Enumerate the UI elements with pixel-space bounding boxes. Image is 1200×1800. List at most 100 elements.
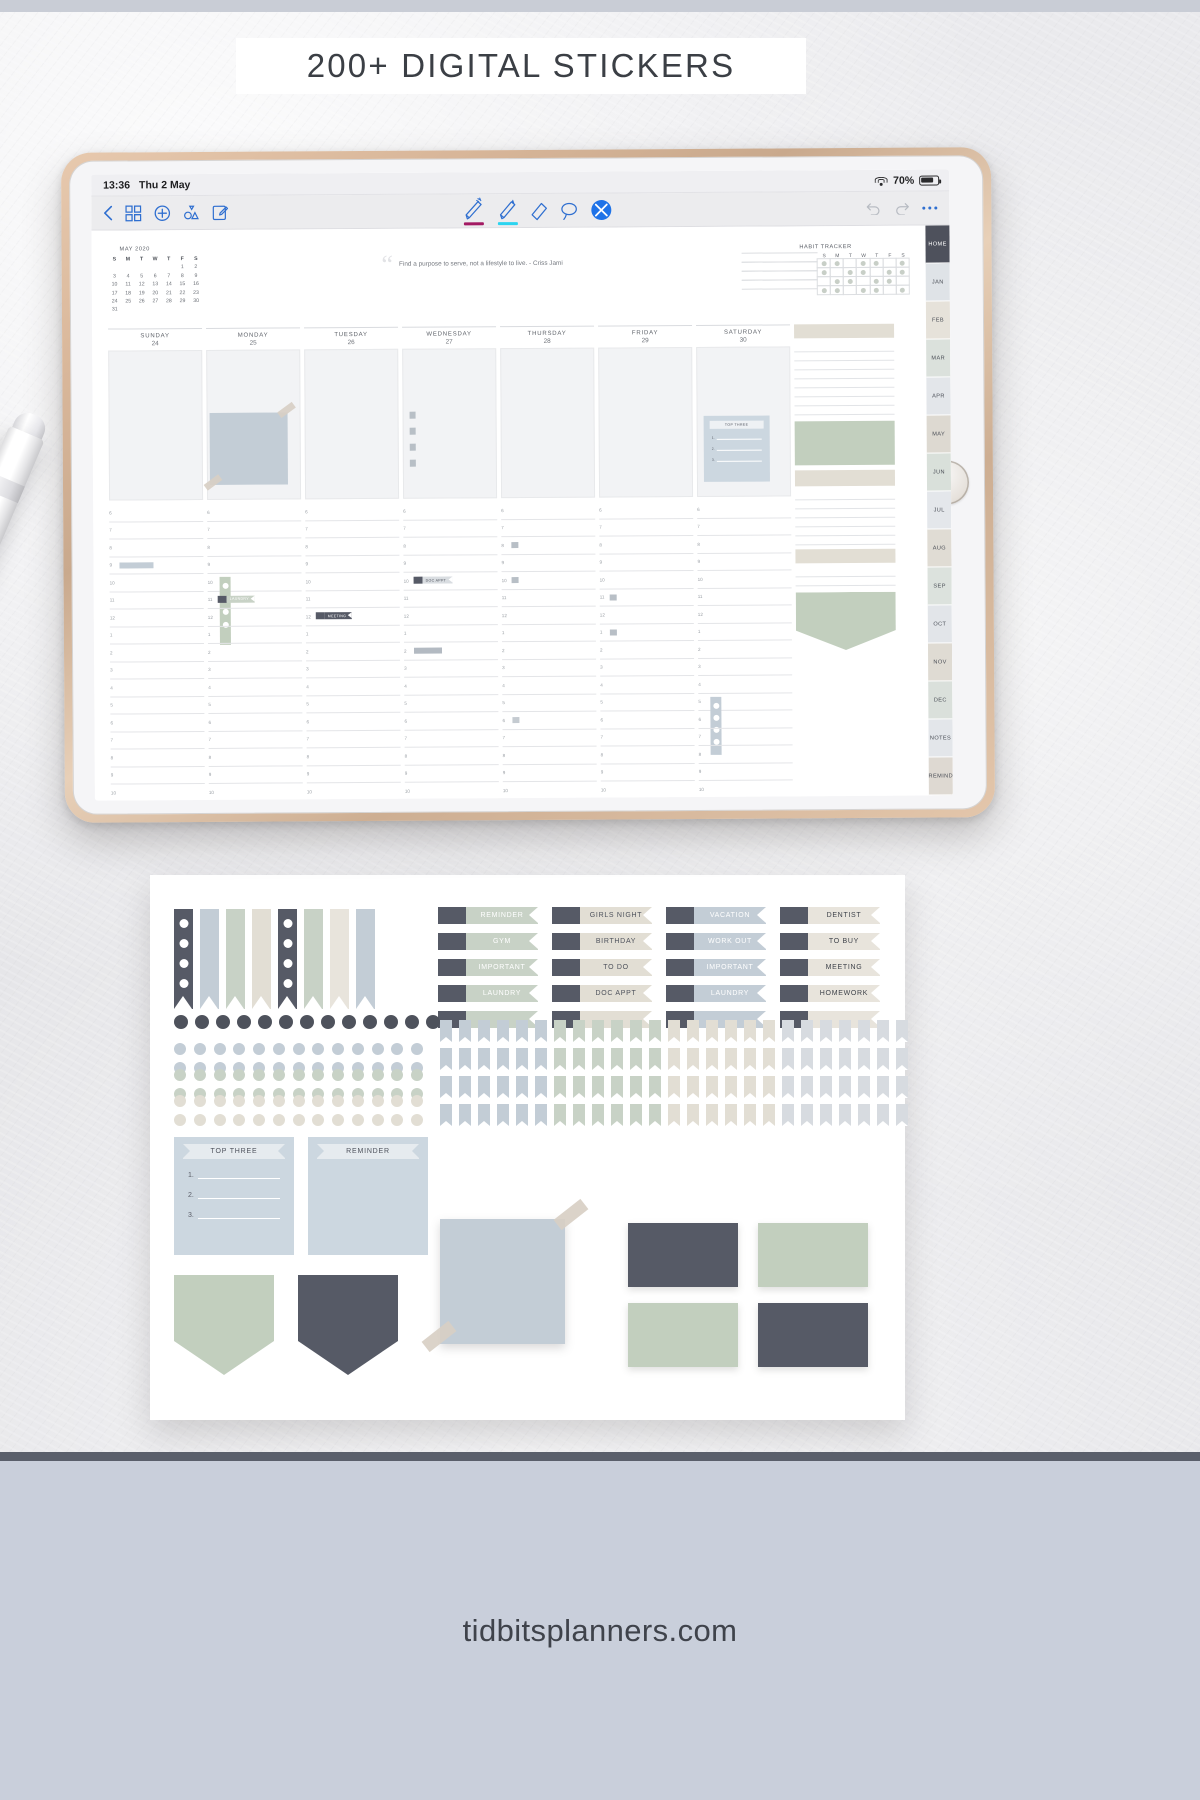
flag-sticker[interactable] [668,1104,680,1126]
hour-row[interactable]: 8 [404,747,499,766]
flag-sticker[interactable] [706,1104,718,1126]
flag-sticker[interactable] [409,443,416,451]
hour-row[interactable]: 10 DOC APPT [403,572,498,591]
hour-row[interactable]: 2 [109,643,205,663]
month-tab-dec[interactable]: DEC [928,681,953,720]
banner-sticker[interactable] [330,909,349,1009]
hour-row[interactable]: 8 [305,537,400,556]
day-note-block[interactable] [402,348,498,499]
hour-row[interactable]: 1 [109,626,204,645]
banner-sticker[interactable] [226,909,245,1009]
dot-sticker[interactable] [272,1095,285,1107]
hour-row[interactable]: 12 [599,605,694,625]
flag-sticker[interactable] [592,1076,604,1098]
hour-row[interactable]: 9 [110,766,205,785]
hour-row[interactable]: 12 MEETING [305,607,400,626]
flag-sticker[interactable] [630,1020,642,1042]
rect-sticker-sage-1[interactable] [758,1223,868,1287]
dot-sticker[interactable] [426,1015,440,1029]
hour-row[interactable]: 1 [501,624,596,643]
top-three-sticker[interactable]: TOP THREE 1. 2. 3. [703,415,770,482]
dot-sticker[interactable] [213,1114,226,1126]
hour-row[interactable]: 9 [698,762,793,781]
dot-sticker[interactable] [363,1015,377,1029]
dot-sticker-row-cream[interactable] [174,1095,424,1126]
dot-sticker[interactable] [332,1114,345,1126]
hour-row[interactable]: 10 [109,573,204,593]
flag-sticker[interactable] [896,1104,908,1126]
flag-sticker[interactable] [611,1048,623,1070]
dot-sticker[interactable] [351,1043,364,1055]
dot-sticker[interactable] [292,1069,305,1081]
dot-sticker-row-charcoal[interactable] [174,1015,440,1029]
flag-sticker[interactable] [820,1048,832,1070]
hour-row[interactable]: 10 [600,780,695,800]
flag-sticker[interactable] [478,1104,490,1126]
hour-row[interactable]: 12 [109,608,204,628]
habit-cell[interactable] [816,285,831,296]
dot-sticker[interactable] [332,1069,345,1081]
flag-sticker[interactable] [877,1048,889,1070]
dot-sticker[interactable] [193,1043,206,1055]
label-sticker[interactable]: REMINDER [438,907,538,924]
dot-sticker[interactable] [371,1095,384,1107]
hour-row[interactable]: 7 [600,728,695,747]
hour-row[interactable]: 4 [404,677,499,696]
hour-row[interactable]: 12 [207,608,302,627]
label-sticker[interactable]: LAUNDRY [666,985,766,1002]
hour-row[interactable]: 11 [305,590,400,609]
flag-sticker[interactable] [858,1048,870,1070]
hour-row[interactable]: 7 [403,519,498,538]
dot-sticker[interactable] [233,1095,246,1107]
flag-sticker[interactable] [801,1076,813,1098]
flag-sticker[interactable] [744,1076,756,1098]
month-tab-sep[interactable]: SEP [927,567,952,606]
side-lines-3[interactable] [795,567,896,587]
flag-sticker[interactable] [706,1076,718,1098]
hour-row[interactable]: 10 [502,781,597,800]
hour-row[interactable]: 3 [208,660,303,679]
flag-sticker[interactable] [630,1076,642,1098]
habit-cell[interactable] [829,285,845,296]
flag-sticker[interactable] [497,1020,509,1042]
flag-sticker[interactable] [554,1020,566,1042]
hour-row[interactable]: 8 [697,535,792,554]
flag-sticker[interactable] [782,1048,794,1070]
hour-row[interactable]: 2 [501,641,597,660]
dot-sticker[interactable] [193,1069,206,1081]
side-swatch-cream-2[interactable] [794,469,896,487]
hour-row[interactable]: 2 [599,640,695,660]
month-tab-jun[interactable]: JUN [926,453,952,492]
dot-sticker[interactable] [371,1069,384,1081]
banner-sticker[interactable] [356,909,375,1009]
pentagon-sticker-charcoal[interactable] [298,1275,398,1375]
hour-row[interactable]: 8 [698,745,793,764]
flag-sticker[interactable] [440,1048,452,1070]
hour-row[interactable]: 6 [697,500,792,519]
hour-row[interactable]: 1 [207,625,302,644]
dot-sticker[interactable] [371,1114,384,1126]
hour-row[interactable]: 6 [502,711,597,730]
banner-sticker[interactable] [174,909,193,1009]
hour-row[interactable]: 11 [599,588,694,607]
month-tab-aug[interactable]: AUG [927,529,952,568]
habit-cells-grid[interactable] [816,257,910,296]
hour-row[interactable]: 4 [600,675,695,695]
banner-sticker[interactable] [304,909,323,1009]
shapes-icon[interactable] [183,205,199,221]
dot-sticker[interactable] [174,1095,186,1107]
day-note-block[interactable] [203,349,302,500]
hour-row[interactable]: 12 [501,606,596,625]
flag-sticker[interactable] [516,1020,528,1042]
hour-row[interactable]: 9 [109,556,204,575]
hour-row[interactable]: 9 [599,553,694,572]
dot-sticker[interactable] [411,1095,424,1107]
placed-label-sticker[interactable]: MEETING [315,612,353,620]
hour-row[interactable]: 10 [306,782,401,801]
hour-row[interactable]: 9 [207,555,302,574]
hour-row[interactable]: 10 [501,571,596,590]
hour-row[interactable]: 2 [697,640,793,659]
dot-sticker[interactable] [351,1095,364,1107]
flag-sticker[interactable] [535,1020,547,1042]
label-sticker[interactable]: TO DO [552,959,652,976]
